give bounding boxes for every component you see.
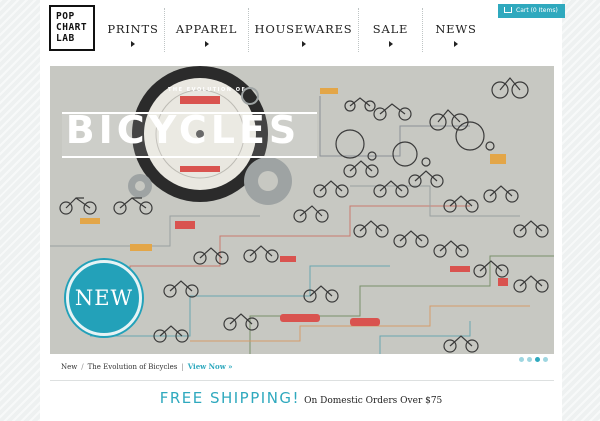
cart-icon (504, 7, 512, 13)
cart-label: Cart (0 Items) (516, 7, 558, 14)
nav-label: APPAREL (175, 22, 238, 36)
logo-line-2: CHART (56, 22, 88, 33)
logo-line-1: POP (56, 11, 75, 22)
logo-line-3: LAB (56, 33, 75, 44)
caption-separator: | (181, 363, 184, 371)
nav-label: SALE (372, 22, 409, 36)
slider-dot[interactable] (527, 357, 532, 362)
caret-right-icon (204, 41, 209, 47)
caption-separator: / (81, 363, 84, 371)
nav-item-apparel[interactable]: APPAREL (165, 8, 249, 52)
caret-right-icon (454, 41, 458, 47)
new-badge: NEW (66, 260, 142, 336)
caret-right-icon (301, 41, 306, 47)
slider-dot[interactable] (543, 357, 548, 362)
shipping-headline: FREE SHIPPING! (159, 389, 301, 407)
divider (50, 380, 554, 381)
nav-label: PRINTS (107, 22, 159, 36)
nav-item-housewares[interactable]: HOUSEWARES (249, 8, 359, 52)
slider-dot[interactable] (519, 357, 524, 362)
logo[interactable]: POP CHART LAB (49, 5, 95, 51)
nav-item-news[interactable]: NEWS (423, 8, 489, 52)
main-nav: PRINTS APPAREL HOUSEWARES SALE NEWS (102, 8, 489, 52)
nav-item-sale[interactable]: SALE (359, 8, 423, 52)
caret-right-icon (131, 41, 135, 47)
slider-dot-active[interactable] (535, 357, 540, 362)
nav-label: NEWS (435, 22, 477, 36)
page: POP CHART LAB PRINTS APPAREL HOUSEWARES … (40, 0, 565, 421)
view-now-link[interactable]: View Now » (188, 362, 233, 371)
slide-caption: New / The Evolution of Bicycles | View Now » (61, 362, 233, 371)
cart-button[interactable]: Cart (0 Items) (498, 4, 565, 18)
caption-category[interactable]: New (61, 363, 77, 371)
caption-title[interactable]: The Evolution of Bicycles (88, 363, 178, 371)
hero-headline: BICYCLES (65, 108, 301, 152)
hero-subtitle: THE EVOLUTION OF (168, 87, 247, 93)
shipping-subtext: On Domestic Orders Over $75 (304, 396, 443, 406)
nav-item-prints[interactable]: PRINTS (102, 8, 165, 52)
caret-right-icon (388, 41, 393, 47)
shipping-banner[interactable]: FREE SHIPPING! On Domestic Orders Over $7… (40, 388, 562, 407)
nav-label: HOUSEWARES (254, 22, 353, 36)
slider-dots (519, 357, 548, 362)
hero-banner[interactable]: THE EVOLUTION OF BICYCLES NEW (50, 66, 554, 354)
